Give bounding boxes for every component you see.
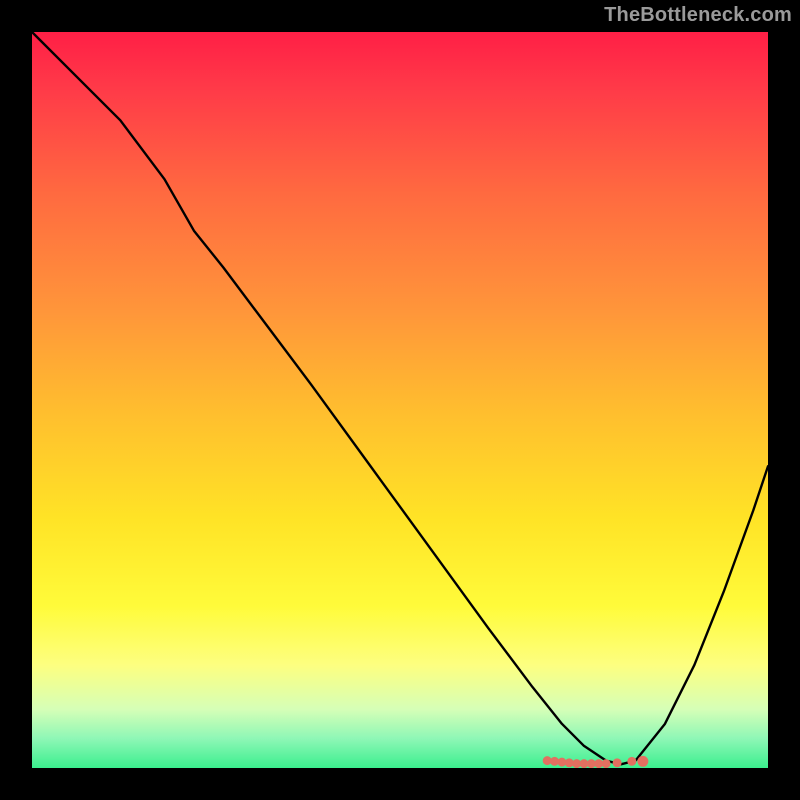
cluster-point: [551, 757, 559, 765]
cluster-point: [613, 759, 621, 767]
optimal-cluster: [543, 756, 648, 767]
chart-stage: TheBottleneck.com: [0, 0, 800, 800]
cluster-point: [573, 760, 581, 768]
curve-layer: [32, 32, 768, 768]
cluster-point: [595, 760, 603, 768]
cluster-point: [628, 757, 636, 765]
cluster-point: [558, 758, 566, 766]
cluster-point: [587, 760, 595, 768]
cluster-point: [543, 757, 551, 765]
cluster-point: [565, 759, 573, 767]
bottleneck-curve: [32, 32, 768, 764]
cluster-point: [580, 760, 588, 768]
cluster-point: [602, 760, 610, 768]
cluster-point: [638, 756, 648, 766]
plot-area: [30, 30, 770, 770]
watermark-label: TheBottleneck.com: [604, 4, 792, 27]
